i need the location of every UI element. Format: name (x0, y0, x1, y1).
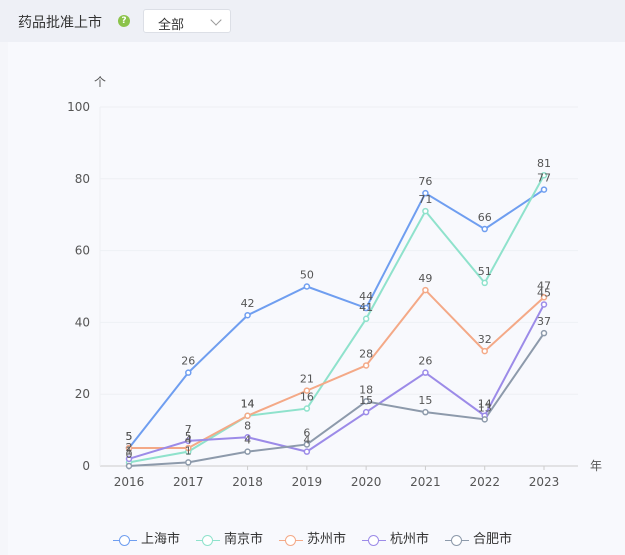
legend-item[interactable]: 杭州市 (362, 528, 429, 547)
legend-item[interactable]: 上海市 (112, 528, 180, 547)
data-label: 71 (418, 193, 432, 206)
data-label: 37 (537, 315, 551, 328)
data-label: 1 (185, 444, 192, 457)
legend: 上海市 南京市 苏州市 杭州市 合肥市 (0, 528, 625, 548)
data-label: 8 (244, 419, 251, 432)
x-tick-label: 2020 (351, 475, 382, 489)
data-label: 28 (359, 347, 373, 360)
x-tick-label: 2022 (469, 475, 500, 489)
line-chart: 0204060801002016 2017 2018 2019 2020 2021 2022… (67, 75, 602, 489)
data-label: 81 (537, 157, 551, 170)
x-tick-label: 2017 (173, 475, 204, 489)
data-label: 77 (537, 172, 551, 185)
data-label: 45 (537, 286, 551, 299)
legend-swatch-icon (278, 534, 303, 546)
data-label: 21 (300, 373, 314, 386)
data-point (540, 329, 548, 337)
data-label: 50 (300, 269, 314, 282)
data-label: 13 (478, 401, 492, 414)
data-label: 26 (418, 355, 432, 368)
data-point (244, 412, 251, 419)
data-point (422, 369, 429, 376)
data-point (185, 369, 192, 376)
legend-label: 苏州市 (306, 532, 346, 547)
x-tick-label: 2018 (232, 475, 263, 489)
y-tick-label: 80 (75, 172, 90, 186)
data-label: 26 (181, 355, 195, 368)
data-point (185, 459, 192, 466)
legend-item[interactable]: 苏州市 (278, 528, 346, 547)
legend-label: 杭州市 (390, 532, 430, 547)
data-point (422, 286, 429, 294)
data-label: 4 (244, 434, 251, 447)
legend-swatch-icon (112, 534, 137, 546)
legend-item[interactable]: 合肥市 (445, 528, 512, 547)
data-point (540, 186, 548, 193)
data-point (481, 416, 488, 423)
data-label: 51 (478, 265, 492, 278)
data-point (362, 362, 370, 369)
data-point (422, 408, 429, 416)
data-label: 32 (478, 333, 492, 346)
data-label: 49 (418, 272, 432, 285)
data-point (303, 405, 311, 412)
data-point (422, 207, 429, 215)
data-point (481, 225, 488, 233)
data-label: 18 (359, 383, 373, 396)
data-label: 41 (359, 301, 373, 314)
legend-label: 上海市 (140, 532, 180, 547)
data-label: 14 (241, 398, 255, 411)
data-label: 16 (300, 391, 314, 404)
y-tick-label: 60 (75, 244, 90, 258)
data-label: 76 (418, 175, 432, 188)
data-label: 15 (418, 394, 432, 407)
legend-swatch-icon (362, 534, 386, 546)
data-point (540, 301, 548, 308)
x-unit-label: 年 (590, 459, 602, 473)
data-label: 7 (185, 423, 192, 436)
y-tick-label: 0 (82, 459, 90, 473)
legend-swatch-icon (445, 534, 470, 546)
data-point (362, 315, 370, 323)
data-point (125, 462, 133, 470)
legend-item[interactable]: 南京市 (195, 528, 263, 547)
data-label: 0 (126, 448, 133, 461)
data-point (303, 448, 311, 455)
data-point (244, 448, 251, 455)
legend-label: 南京市 (223, 532, 263, 547)
x-tick-label: 2021 (410, 475, 441, 489)
data-point (481, 347, 488, 355)
y-tick-label: 40 (75, 315, 90, 329)
legend-label: 合肥市 (473, 532, 513, 547)
data-point (303, 283, 311, 290)
data-label: 66 (478, 211, 492, 224)
legend-swatch-icon (195, 534, 220, 546)
y-tick-label: 20 (75, 387, 90, 401)
y-unit-label: 个 (94, 75, 106, 89)
data-point (481, 279, 488, 287)
y-tick-label: 100 (67, 100, 90, 114)
x-tick-label: 2023 (529, 475, 560, 489)
data-point (362, 408, 370, 416)
x-tick-label: 2019 (292, 475, 323, 489)
data-label: 42 (241, 297, 255, 310)
data-label: 6 (303, 426, 310, 439)
data-point (244, 311, 251, 319)
x-tick-label: 2016 (114, 475, 145, 489)
